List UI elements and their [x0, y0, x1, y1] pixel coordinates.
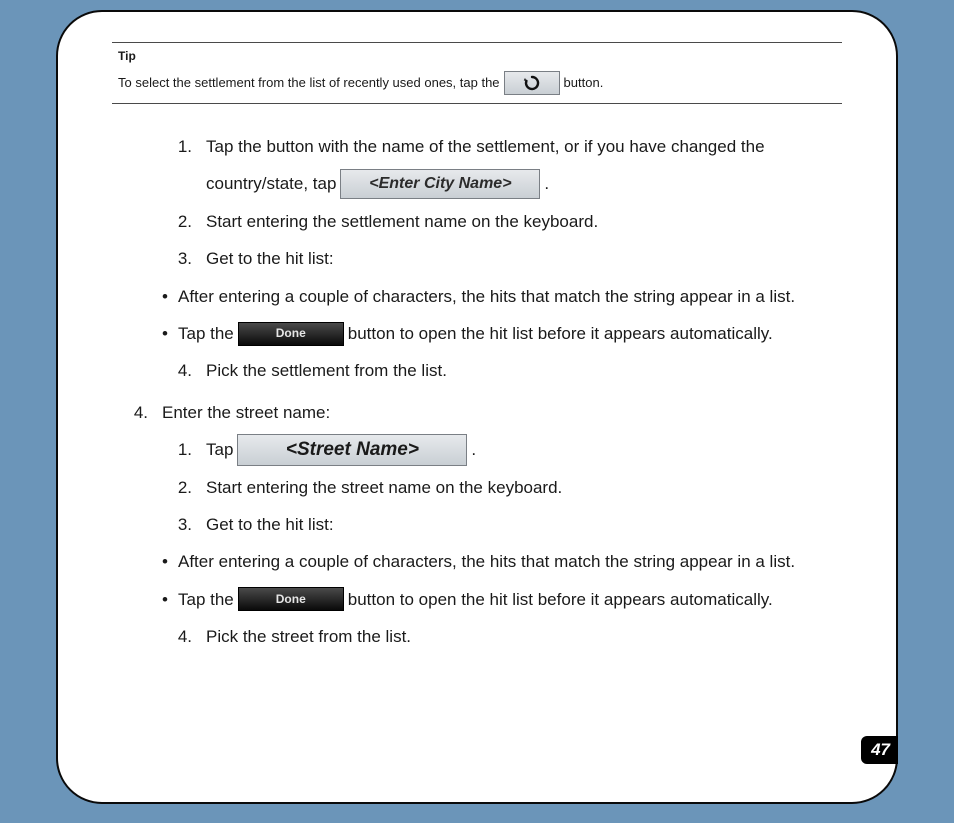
step-2: 2. Start entering the settlement name on…: [166, 203, 852, 240]
content: 1. Tap the button with the name of the s…: [102, 128, 852, 655]
bullet-1-text: After entering a couple of characters, t…: [178, 278, 795, 315]
outer-step-4: 4. Enter the street name:: [122, 394, 852, 431]
step-number: 1.: [166, 431, 192, 468]
street-bullet-1: After entering a couple of characters, t…: [178, 543, 795, 580]
outer-4-row: 4. Enter the street name:: [122, 394, 852, 431]
bullet-2-body: Tap the Done button to open the hit list…: [178, 315, 773, 352]
manual-page: Tip To select the settlement from the li…: [56, 10, 898, 804]
street-name-button[interactable]: <Street Name>: [237, 434, 467, 466]
step-1-after: .: [544, 165, 549, 202]
page-number-badge: 47: [861, 736, 898, 764]
street-bullet-2-body: Tap the Done button to open the hit list…: [178, 581, 773, 618]
street-step-4-wrap: 4. Pick the street from the list.: [166, 618, 852, 655]
step-3-text: Get to the hit list:: [206, 240, 334, 277]
street-step-2: 2. Start entering the street name on the…: [166, 469, 852, 506]
street-3-text: Get to the hit list:: [206, 506, 334, 543]
step-4: 4. Pick the settlement from the list.: [166, 352, 852, 389]
bullet-row: • Tap the Done button to open the hit li…: [158, 315, 852, 352]
street-4-text: Pick the street from the list.: [206, 618, 411, 655]
enter-city-name-button[interactable]: <Enter City Name>: [340, 169, 540, 199]
street-bullets: • After entering a couple of characters,…: [158, 543, 852, 618]
tip-box: Tip To select the settlement from the li…: [112, 42, 842, 104]
bullet-row: • Tap the Done button to open the hit li…: [158, 581, 852, 618]
bullet-2-before: Tap the: [178, 315, 234, 352]
done-button[interactable]: Done: [238, 587, 344, 611]
done-label: Done: [276, 586, 306, 612]
step-4-text: Pick the settlement from the list.: [206, 352, 447, 389]
outer-4-text: Enter the street name:: [162, 394, 330, 431]
tip-body: To select the settlement from the list o…: [118, 71, 842, 95]
step-number: 4.: [122, 394, 148, 431]
bullet-2-after: button to open the hit list before it ap…: [348, 315, 773, 352]
step-1-line2: country/state, tap <Enter City Name> .: [206, 165, 549, 202]
step-number: 2.: [166, 469, 192, 506]
street-1-before: Tap: [206, 431, 233, 468]
step-number: 3.: [166, 240, 192, 277]
bullet-icon: •: [158, 315, 172, 352]
bullet-icon: •: [158, 543, 172, 580]
street-name-label: <Street Name>: [286, 429, 419, 471]
step-1: 1. Tap the button with the name of the s…: [166, 128, 852, 203]
bullet-row: • After entering a couple of characters,…: [158, 543, 852, 580]
step-number: 3.: [166, 506, 192, 543]
step-1-line1: Tap the button with the name of the sett…: [206, 128, 765, 165]
bullet-icon: •: [158, 278, 172, 315]
street-step-4: 4. Pick the street from the list.: [166, 618, 852, 655]
step-number: 4.: [166, 352, 192, 389]
enter-city-name-label: <Enter City Name>: [369, 166, 511, 201]
street-b2-before: Tap the: [178, 581, 234, 618]
street-1-after: .: [471, 431, 476, 468]
street-step-3: 3. Get to the hit list:: [166, 506, 852, 543]
step-number: 2.: [166, 203, 192, 240]
step-2-text: Start entering the settlement name on th…: [206, 203, 598, 240]
stage: Tip To select the settlement from the li…: [0, 0, 954, 823]
page-number: 47: [871, 740, 890, 759]
step-3: 3. Get to the hit list:: [166, 240, 852, 277]
step-number: 4.: [166, 618, 192, 655]
done-label: Done: [276, 320, 306, 346]
settlement-bullets: • After entering a couple of characters,…: [158, 278, 852, 353]
step-1-body: Tap the button with the name of the sett…: [206, 128, 765, 203]
tip-text-before: To select the settlement from the list o…: [118, 72, 500, 94]
step-number: 1.: [166, 128, 192, 165]
history-icon: [523, 75, 541, 91]
done-button[interactable]: Done: [238, 322, 344, 346]
street-step-1-body: Tap <Street Name> .: [206, 431, 476, 468]
bullet-row: • After entering a couple of characters,…: [158, 278, 852, 315]
street-2-text: Start entering the street name on the ke…: [206, 469, 562, 506]
tip-title: Tip: [118, 49, 842, 63]
tip-text-after: button.: [564, 72, 604, 94]
settlement-steps: 1. Tap the button with the name of the s…: [166, 128, 852, 278]
bullet-icon: •: [158, 581, 172, 618]
history-button[interactable]: [504, 71, 560, 95]
step-1-before: country/state, tap: [206, 165, 336, 202]
street-steps: 1. Tap <Street Name> . 2. Start entering…: [166, 431, 852, 543]
street-b2-after: button to open the hit list before it ap…: [348, 581, 773, 618]
settlement-step-4: 4. Pick the settlement from the list.: [166, 352, 852, 389]
street-step-1: 1. Tap <Street Name> .: [166, 431, 852, 468]
